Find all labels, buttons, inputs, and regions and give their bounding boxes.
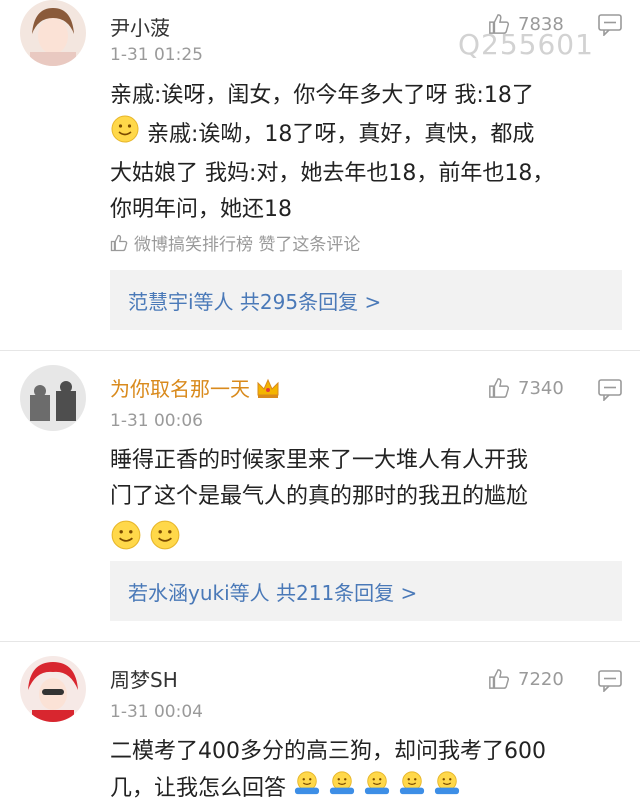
comment-line: 二模考了400多分的高三狗，却问我考了600 (110, 739, 546, 764)
comment-time: 1-31 01:25 (110, 45, 203, 65)
liked-by-line: 微博搞笑排行榜 赞了这条评论 (110, 230, 360, 255)
avatar[interactable] (20, 0, 86, 66)
comment-body: 二模考了400多分的高三狗，却问我考了600 几，让我怎么回答 (110, 734, 620, 808)
hug-emoji (433, 770, 461, 808)
reply-summary-button[interactable]: 若水涵yuki等人 共211条回复 > (110, 561, 622, 621)
avatar[interactable] (20, 656, 86, 722)
smile-emoji (110, 519, 142, 563)
like-count: 7340 (518, 377, 564, 399)
comment-line: 你明年问，她还18 (110, 197, 292, 222)
avatar[interactable] (20, 365, 86, 431)
commenter-name-row: 为你取名那一天 (110, 373, 280, 402)
comment-line-2-row: 几，让我怎么回答 (110, 770, 620, 808)
emoji-row (110, 519, 620, 563)
comment-time: 1-31 00:06 (110, 411, 203, 431)
like-count: 7220 (518, 668, 564, 690)
comment-icon[interactable] (598, 670, 622, 696)
like-button[interactable]: 7838 (488, 13, 564, 35)
comment-body: 睡得正香的时候家里来了一大堆人有人开我 门了这个是最气人的真的那时的我丑的尴尬 (110, 443, 620, 563)
like-button[interactable]: 7220 (488, 668, 564, 690)
thumbs-up-icon (110, 234, 128, 251)
hug-emoji (328, 770, 356, 808)
like-count: 7838 (518, 13, 564, 35)
commenter-name[interactable]: 周梦SH (110, 664, 178, 693)
hug-emoji (363, 770, 391, 808)
comment-line: 亲戚:诶呦，18了呀，真好，真快，都成 (147, 122, 535, 147)
liked-by-text: 微博搞笑排行榜 赞了这条评论 (134, 235, 361, 255)
comment-line: 睡得正香的时候家里来了一大堆人有人开我 (110, 448, 529, 473)
thumbs-up-icon (489, 669, 510, 689)
crown-icon (257, 378, 279, 398)
comment-icon[interactable] (598, 14, 622, 40)
hug-emoji (398, 770, 426, 808)
commenter-name[interactable]: 尹小菠 (110, 12, 170, 41)
like-button[interactable]: 7340 (488, 377, 564, 399)
comment-body: 亲戚:诶呀，闺女，你今年多大了呀 我:18了 亲戚:诶呦，18了呀，真好，真快，… (110, 78, 620, 228)
smile-emoji (149, 519, 181, 563)
comment-1: 尹小菠 1-31 01:25 7838 亲戚:诶呀，闺女，你今年多大了呀 我:1… (0, 0, 640, 350)
comment-line-2-row: 亲戚:诶呦，18了呀，真好，真快，都成 (110, 114, 620, 156)
comment-line: 大姑娘了 我妈:对，她去年也18，前年也18， (110, 161, 555, 186)
hug-emoji (293, 770, 321, 808)
thumbs-up-icon (489, 378, 510, 398)
comment-line: 门了这个是最气人的真的那时的我丑的尴尬 (110, 484, 529, 509)
comment-2: 为你取名那一天 1-31 00:06 7340 睡得正香的时候家里来了一大堆人有… (0, 351, 640, 641)
thumbs-up-icon (489, 14, 510, 34)
commenter-name[interactable]: 为你取名那一天 (110, 373, 250, 402)
comment-line: 几，让我怎么回答 (110, 776, 287, 801)
comment-3: 周梦SH 1-31 00:04 7220 二模考了400多分的高三狗，却问我考了… (0, 642, 640, 802)
comment-time: 1-31 00:04 (110, 702, 203, 722)
comment-icon[interactable] (598, 379, 622, 405)
smile-emoji (110, 114, 140, 156)
reply-summary-button[interactable]: 范慧宇i等人 共295条回复 > (110, 270, 622, 330)
comment-line: 亲戚:诶呀，闺女，你今年多大了呀 我:18了 (110, 83, 534, 108)
